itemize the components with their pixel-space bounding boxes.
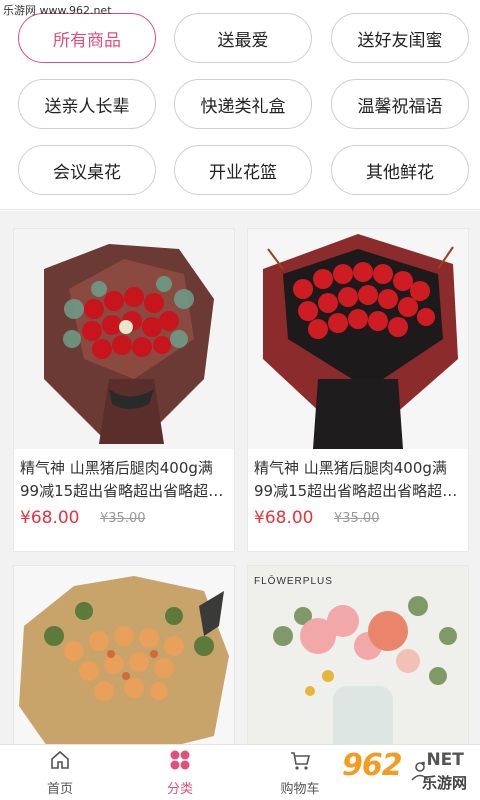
category-other-flowers[interactable]: 其他鲜花 [331, 145, 469, 195]
product-card[interactable]: 精气神 山黑猪后腿肉400g满99减15超出省略超出省略超出省略 ¥68.00 … [247, 228, 469, 552]
category-love[interactable]: 送最爱 [174, 13, 312, 63]
category-wishes[interactable]: 温馨祝福语 [331, 79, 469, 129]
category-friends[interactable]: 送好友闺蜜 [331, 13, 469, 63]
product-title[interactable]: 精气神 山黑猪后腿肉400g满99减15超出省略超出省略超出省略 [254, 457, 464, 503]
tab-category-label: 分类 [166, 782, 193, 797]
category-grid-icon [169, 749, 191, 775]
watermark-site-text: 乐游网 www.962.net [3, 4, 112, 17]
cart-icon [289, 749, 311, 775]
product-card[interactable]: FLŌWERPLUS [247, 565, 469, 755]
category-all[interactable]: 所有商品 [18, 13, 156, 63]
tab-cart-label: 购物车 [280, 782, 320, 797]
product-image-red-roses-brown[interactable] [14, 229, 234, 449]
product-image-peony-vase[interactable]: FLŌWERPLUS [248, 566, 468, 754]
category-opening-basket[interactable]: 开业花篮 [174, 145, 312, 195]
product-price: ¥68.00 [254, 508, 314, 528]
category-table-flowers[interactable]: 会议桌花 [18, 145, 156, 195]
product-price: ¥68.00 [20, 508, 80, 528]
watermark-logo-number: 962 [342, 748, 403, 783]
category-gift-box[interactable]: 快递类礼盒 [174, 79, 312, 129]
watermark-logo: 962 .NET 乐游网 [342, 748, 476, 796]
watermark-logo-sub: 乐游网 [422, 774, 468, 792]
product-title[interactable]: 精气神 山黑猪后腿肉400g满99减15超出省略超出省略超出省略 [20, 457, 230, 503]
product-old-price: ¥35.00 [334, 511, 380, 526]
product-old-price: ¥35.00 [100, 511, 146, 526]
watermark-logo-tld: .NET [420, 750, 464, 770]
product-card[interactable]: 精气神 山黑猪后腿肉400g满99减15超出省略超出省略超出省略 ¥68.00 … [13, 228, 235, 552]
brand-text: FLŌWERPLUS [254, 575, 333, 587]
tab-category[interactable]: 分类 [120, 745, 240, 800]
tab-home[interactable]: 首页 [0, 745, 120, 800]
product-card[interactable] [13, 565, 235, 755]
tab-home-label: 首页 [46, 782, 73, 797]
home-icon [49, 749, 71, 775]
product-image-red-roses-black[interactable] [248, 229, 468, 449]
category-panel: 所有商品 送最爱 送好友闺蜜 送亲人长辈 快递类礼盒 温馨祝福语 会议桌花 开业… [0, 0, 480, 210]
product-image-orange-roses-kraft[interactable] [14, 566, 234, 754]
category-elders[interactable]: 送亲人长辈 [18, 79, 156, 129]
